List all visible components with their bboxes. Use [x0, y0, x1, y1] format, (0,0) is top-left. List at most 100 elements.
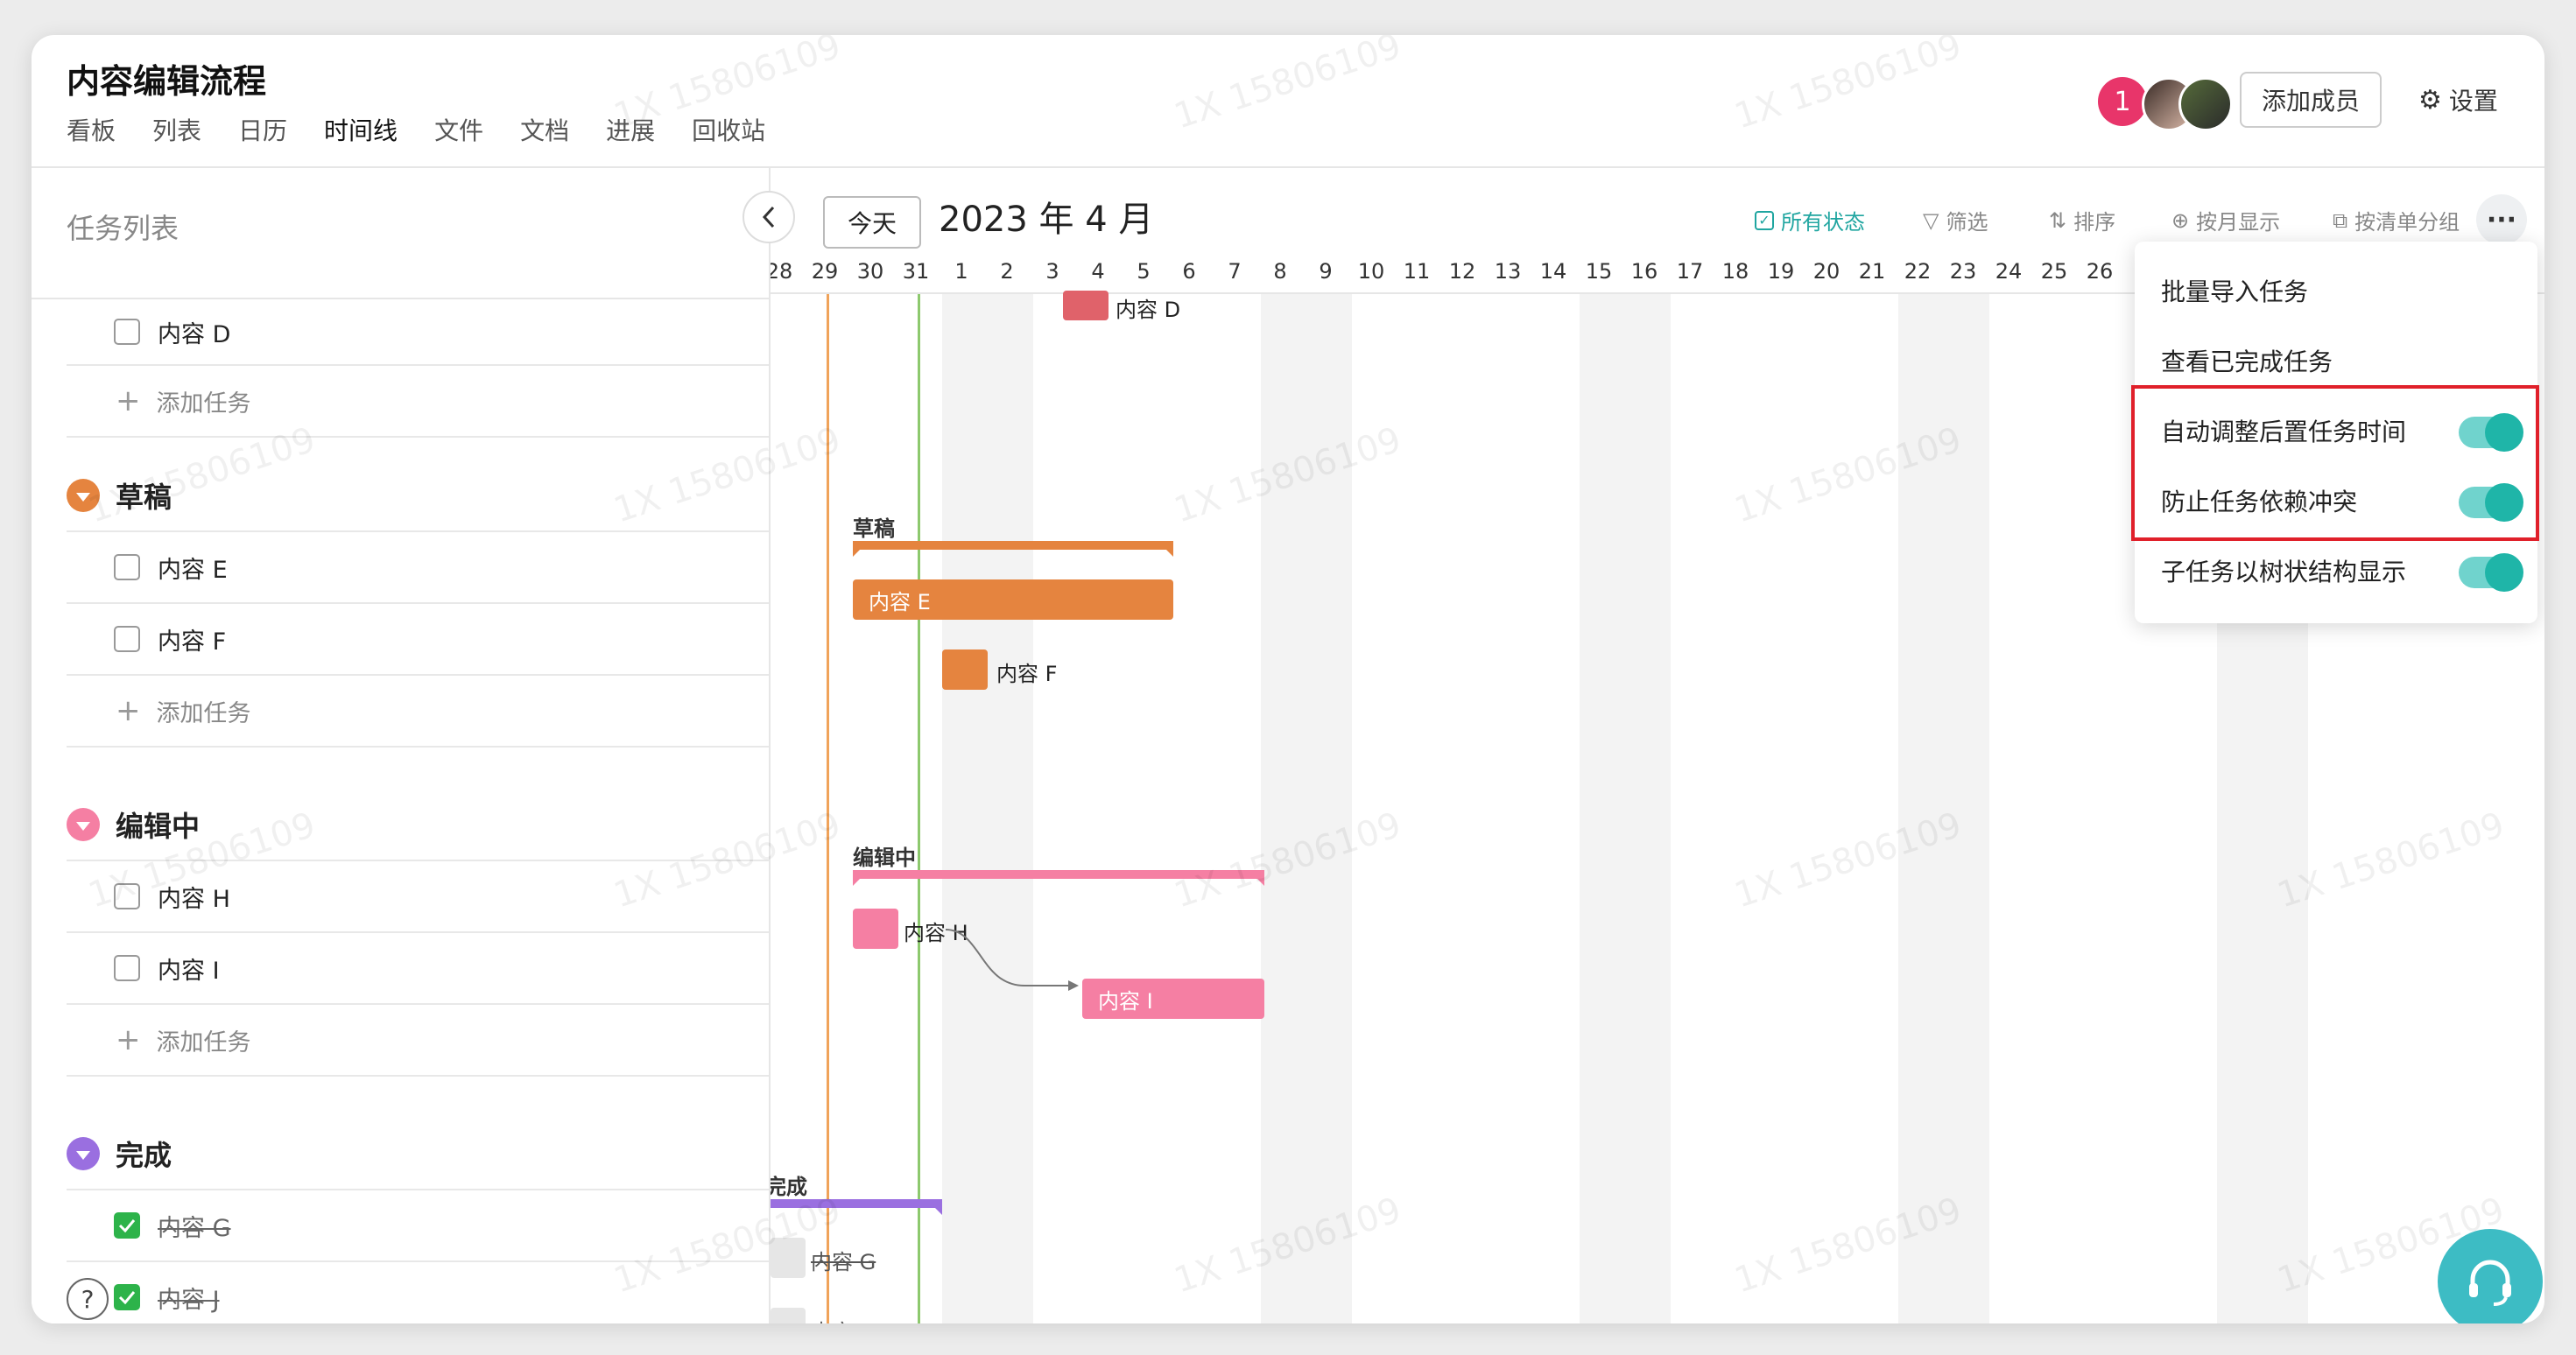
task-bar-i[interactable]: 内容 I: [1082, 979, 1264, 1019]
task-bar-j[interactable]: [771, 1308, 806, 1323]
tab-progress[interactable]: 进展: [606, 112, 655, 147]
task-bar-d[interactable]: [1063, 291, 1109, 320]
add-task-row[interactable]: + 添加任务: [67, 1005, 769, 1077]
day-label: 31: [902, 259, 930, 284]
settings-button[interactable]: ⚙ 设置: [2418, 82, 2498, 117]
menu-item-view-completed[interactable]: 查看已完成任务: [2161, 343, 2333, 378]
filter-button[interactable]: ▽ 筛选: [1923, 205, 1988, 235]
check-icon: [118, 1219, 136, 1232]
tab-timeline[interactable]: 时间线: [324, 112, 398, 147]
task-bar-label: 内容 D: [1116, 298, 1181, 322]
help-button[interactable]: ?: [67, 1278, 109, 1320]
member-count-badge[interactable]: 1: [2098, 77, 2147, 126]
day-label: 15: [1585, 259, 1613, 284]
task-checkbox[interactable]: [114, 319, 140, 345]
project-title: 内容编辑流程: [67, 62, 267, 101]
task-title: 内容 G: [158, 1214, 231, 1242]
task-row[interactable]: 内容 J: [67, 1262, 769, 1323]
day-label: 9: [1319, 259, 1333, 284]
day-label: 21: [1858, 259, 1886, 284]
group-by-list-label: 按清单分组: [2354, 210, 2460, 235]
task-row[interactable]: 内容 H: [67, 861, 769, 933]
collapse-group-icon[interactable]: [67, 1137, 100, 1170]
avatar[interactable]: [2178, 77, 2233, 131]
task-row[interactable]: 内容 E: [67, 532, 769, 604]
today-button[interactable]: 今天: [823, 196, 921, 249]
task-bar-label: 内容 J: [811, 1315, 866, 1323]
task-checkbox[interactable]: [114, 883, 140, 909]
day-label: 3: [1045, 259, 1059, 284]
group-row-editing[interactable]: 编辑中: [67, 790, 769, 861]
group-title: 编辑中: [116, 810, 201, 843]
collapse-sidebar-button[interactable]: [743, 191, 795, 243]
day-label: 23: [1949, 259, 1977, 284]
task-title: 内容 H: [158, 885, 230, 913]
task-row[interactable]: 内容 I: [67, 933, 769, 1005]
tab-list[interactable]: 列表: [152, 112, 201, 147]
zoom-month-label: 按月显示: [2196, 210, 2281, 235]
task-checkbox[interactable]: [114, 554, 140, 580]
tab-docs[interactable]: 文档: [520, 112, 569, 147]
month-title: 2023 年 4 月: [939, 200, 1154, 240]
task-bar-f[interactable]: [942, 649, 988, 690]
headset-icon: [2469, 1260, 2511, 1306]
group-span-bar[interactable]: [853, 870, 1264, 886]
add-task-label: 添加任务: [156, 390, 251, 418]
menu-item-subtask-tree: 子任务以树状结构显示: [2161, 558, 2407, 586]
add-task-label: 添加任务: [156, 699, 251, 727]
day-label: 25: [2040, 259, 2068, 284]
task-bar-g[interactable]: [771, 1238, 806, 1278]
task-checkbox-checked[interactable]: [114, 1212, 140, 1239]
tab-files[interactable]: 文件: [434, 112, 483, 147]
task-title: 内容 J: [158, 1286, 220, 1314]
task-checkbox[interactable]: [114, 626, 140, 652]
header: 内容编辑流程 看板 列表 日历 时间线 文件 文档 进展 回收站 1 添加成员 …: [32, 35, 2544, 168]
sort-button[interactable]: ⇅ 排序: [2049, 205, 2115, 235]
task-row[interactable]: 内容 F: [67, 604, 769, 676]
task-checkbox[interactable]: [114, 955, 140, 981]
day-label: 14: [1539, 259, 1567, 284]
bar-corner: [853, 877, 862, 886]
add-task-row[interactable]: + 添加任务: [67, 366, 769, 438]
day-label: 24: [1995, 259, 2023, 284]
task-row[interactable]: 内容 G: [67, 1190, 769, 1262]
collapse-group-icon[interactable]: [67, 808, 100, 841]
task-row[interactable]: 内容 D: [67, 299, 769, 366]
more-options-button[interactable]: ···: [2476, 194, 2527, 245]
tab-trash[interactable]: 回收站: [692, 112, 765, 147]
filter-label: 筛选: [1946, 210, 1988, 235]
tab-kanban[interactable]: 看板: [67, 112, 116, 147]
day-label: 8: [1273, 259, 1287, 284]
task-checkbox-checked[interactable]: [114, 1284, 140, 1310]
day-label: 5: [1137, 259, 1151, 284]
group-by-list-button[interactable]: ⧉ 按清单分组: [2333, 205, 2460, 235]
add-member-button[interactable]: 添加成员: [2240, 72, 2382, 128]
ellipsis-icon: ···: [2486, 204, 2517, 235]
check-icon: [118, 1291, 136, 1304]
group-row-draft[interactable]: 草稿: [67, 460, 769, 532]
menu-item-bulk-import[interactable]: 批量导入任务: [2161, 273, 2308, 308]
tab-calendar[interactable]: 日历: [238, 112, 287, 147]
subtask-tree-toggle[interactable]: [2459, 553, 2523, 592]
group-span-bar[interactable]: [771, 1199, 942, 1215]
customer-support-button[interactable]: [2438, 1229, 2543, 1323]
toggle-knob: [2485, 553, 2523, 592]
group-span-bar[interactable]: [853, 541, 1173, 557]
task-bar-label: 内容 F: [996, 662, 1058, 686]
plus-icon: +: [116, 693, 141, 728]
task-title: 内容 I: [158, 957, 220, 985]
zoom-month-button[interactable]: ⊕ 按月显示: [2171, 205, 2280, 235]
day-label: 6: [1182, 259, 1196, 284]
status-filter-button[interactable]: ✓ 所有状态: [1755, 205, 1865, 235]
bar-corner: [1256, 877, 1264, 886]
app-window: 内容编辑流程 看板 列表 日历 时间线 文件 文档 进展 回收站 1 添加成员 …: [32, 35, 2544, 1323]
collapse-group-icon[interactable]: [67, 479, 100, 512]
add-task-row[interactable]: + 添加任务: [67, 676, 769, 748]
day-label: 26: [2086, 259, 2114, 284]
task-bar-h[interactable]: [853, 909, 898, 949]
task-bar-e[interactable]: 内容 E: [853, 579, 1173, 620]
group-row-done[interactable]: 完成: [67, 1119, 769, 1190]
day-label: 30: [856, 259, 884, 284]
day-label: 7: [1228, 259, 1242, 284]
copy-icon: ⧉: [2333, 207, 2348, 233]
